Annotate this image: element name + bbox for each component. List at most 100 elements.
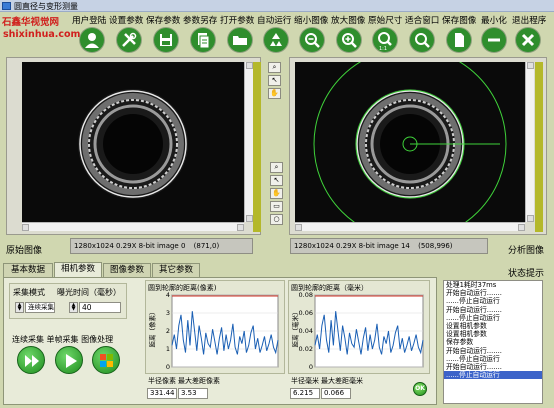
tab-other-params[interactable]: 其它参数 [152, 263, 200, 277]
menu-item-set-params[interactable]: 设置参数 [109, 14, 143, 26]
menu-bar: 用户登陆 设置参数 保存参数 参数另存 打开参数 自动运行 缩小图像 放大图像 … [72, 14, 554, 26]
menu-item-save-image[interactable]: 保存图像 [442, 14, 476, 26]
right-pan-tool[interactable]: ✋ [270, 188, 283, 199]
continuous-capture-button[interactable] [17, 346, 45, 374]
pixel-chart-ylabel: 距离（像素） [148, 308, 157, 348]
analysis-image-vscroll[interactable] [525, 62, 534, 222]
zoom-out-icon [305, 33, 320, 48]
original-image-viewer[interactable] [22, 62, 244, 222]
tab-image-params[interactable]: 图像参数 [103, 263, 151, 277]
radius-mm-value: 6.215 [290, 388, 320, 399]
minimize-icon [488, 38, 500, 42]
analysis-image-info-text: 1280x1024 0.29X 8-bit image 14 [294, 242, 410, 250]
fast-forward-icon [25, 355, 39, 367]
capture-mode-spinner[interactable]: ▲ ▼ [15, 302, 24, 313]
brand-name: 石鑫华视觉网 [2, 17, 60, 28]
status-log-line: 保存参数 [446, 338, 474, 347]
mm-chart-ylabel: 距离（毫米） [291, 308, 300, 348]
magnifier-icon: ⌕ [272, 63, 277, 71]
max-diff-pixel-value: 3.53 [178, 388, 208, 399]
image-process-button[interactable] [92, 346, 120, 374]
right-pointer-tool[interactable]: ↖ [270, 175, 283, 186]
pixel-chart-ytick-label: 1 [166, 345, 170, 353]
status-title: 状态提示 [508, 269, 545, 279]
max-diff-pixel-label: 最大差距像素 [178, 377, 220, 385]
save-params-button[interactable] [154, 28, 178, 52]
settings-button[interactable] [117, 28, 141, 52]
left-zoom-tool[interactable]: ⌕ [268, 62, 281, 73]
original-size-button[interactable]: 1:1 [373, 28, 397, 52]
original-image-vscroll[interactable] [244, 62, 253, 222]
mm-chart-ytick-label: 0.02 [299, 345, 313, 353]
menu-item-zoom-out[interactable]: 缩小图像 [294, 14, 328, 26]
radius-pixel-label: 半径像素 [148, 377, 176, 385]
play-icon [66, 354, 77, 368]
mm-chart-ytick-label: 0.06 [299, 309, 313, 317]
close-icon [521, 33, 535, 47]
right-zoom-tool[interactable]: ⌕ [270, 162, 283, 173]
exposure-spinner[interactable]: ▲ ▼ [69, 302, 78, 313]
ok-indicator[interactable]: OK [413, 382, 427, 396]
exposure-label: 曝光时间（毫秒） [57, 288, 121, 297]
menu-item-save-as[interactable]: 参数另存 [183, 14, 217, 26]
fit-window-button[interactable] [410, 28, 434, 52]
zoom-out-button[interactable] [300, 28, 324, 52]
status-log-line: ......停止自动运行 [446, 297, 500, 306]
single-capture-button[interactable] [55, 346, 83, 374]
pixel-chart-ytick-label: 4 [166, 291, 170, 299]
app-icon [2, 2, 11, 10]
max-diff-mm-value: 0.066 [321, 388, 351, 399]
title-bar: 圆直径与变形测量 [0, 0, 554, 12]
menu-item-exit[interactable]: 退出程序 [512, 14, 546, 26]
left-pointer-tool[interactable]: ↖ [268, 75, 281, 86]
window-title: 圆直径与变形测量 [14, 2, 78, 11]
original-image-hscroll[interactable] [22, 222, 244, 231]
rectangle-icon: ▭ [273, 202, 280, 210]
tab-camera-params[interactable]: 相机参数 [54, 262, 102, 277]
pixel-chart-plot: 4 3 2 1 0 [166, 291, 279, 371]
open-folder-icon [233, 36, 247, 45]
analysis-image-coords: (508,996) [418, 242, 453, 250]
auto-run-button[interactable] [264, 28, 288, 52]
original-image [22, 62, 244, 222]
status-log-line: 开始自动运行....... [446, 346, 502, 355]
exit-button[interactable] [516, 28, 540, 52]
analysis-image [295, 62, 525, 222]
minimize-button[interactable] [482, 28, 506, 52]
exposure-input[interactable]: 40 [79, 302, 121, 313]
menu-item-save-params[interactable]: 保存参数 [146, 14, 180, 26]
menu-item-zoom-in[interactable]: 放大图像 [331, 14, 365, 26]
save-as-button[interactable] [191, 28, 215, 52]
original-image-panel [6, 57, 261, 235]
menu-item-original-size[interactable]: 原始尺寸 [368, 14, 402, 26]
menu-item-minimize[interactable]: 最小化 [481, 14, 507, 26]
action-buttons-label: 连续采集 单帧采集 图像处理 [12, 335, 114, 344]
left-pan-tool[interactable]: ✋ [268, 88, 281, 99]
status-log-line: 设置相机参数 [446, 322, 487, 331]
zoom-in-button[interactable] [337, 28, 361, 52]
circle-tool-icon: ○ [273, 215, 280, 223]
analysis-image-label: 分析图像 [508, 246, 545, 256]
analysis-image-hscroll[interactable] [295, 222, 525, 231]
tab-basic-data[interactable]: 基本数据 [3, 263, 53, 277]
right-rect-tool[interactable]: ▭ [270, 201, 283, 212]
menu-item-auto-run[interactable]: 自动运行 [257, 14, 291, 26]
pixel-chart-ytick-label: 3 [166, 309, 170, 317]
radius-pixel-value: 331.44 [147, 388, 177, 399]
save-image-button[interactable] [447, 28, 471, 52]
user-login-icon [85, 33, 99, 48]
capture-mode-select[interactable]: 连续采集 [25, 302, 55, 313]
analysis-image-viewer[interactable] [295, 62, 525, 222]
original-image-info-text: 1280x1024 0.29X 8-bit image 0 [74, 242, 186, 250]
right-circle-tool[interactable]: ○ [270, 214, 283, 225]
menu-item-user-login[interactable]: 用户登陆 [72, 14, 106, 26]
brand-logo: 石鑫华视觉网 shixinhua.com [2, 14, 80, 50]
svg-text:1:1: 1:1 [379, 46, 387, 52]
status-log[interactable]: 处理1耗时37ms 开始自动运行....... ......停止自动运行 开始自动运行… [443, 280, 543, 404]
mm-chart-plot: 0.08 0.06 0.04 0.02 0 [299, 291, 424, 371]
analysis-image-info: 1280x1024 0.29X 8-bit image 14 (508,996) [290, 238, 488, 254]
user-login-button[interactable] [80, 28, 104, 52]
open-params-button[interactable] [228, 28, 252, 52]
menu-item-fit-window[interactable]: 适合窗口 [405, 14, 439, 26]
menu-item-open-params[interactable]: 打开参数 [220, 14, 254, 26]
